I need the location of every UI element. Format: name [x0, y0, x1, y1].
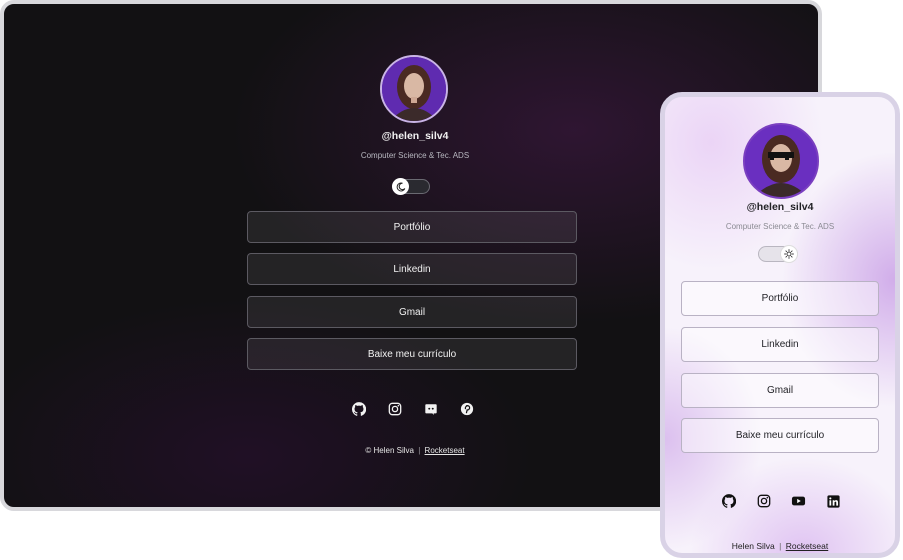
- toggle-knob: [392, 178, 409, 195]
- avatar-photo: [745, 125, 817, 197]
- avatar: [380, 55, 448, 123]
- social-links: [352, 401, 474, 417]
- footer-separator: |: [418, 446, 421, 455]
- footer-name: Helen Silva: [731, 541, 775, 551]
- instagram-icon[interactable]: [757, 494, 771, 508]
- portfolio-button[interactable]: Portfólio: [681, 281, 879, 316]
- social-links: [722, 493, 840, 509]
- instagram-icon[interactable]: [388, 402, 402, 416]
- footer-separator: |: [779, 541, 782, 551]
- mobile-preview: @helen_silv4 Computer Science & Tec. ADS…: [660, 92, 900, 558]
- download-resume-button[interactable]: Baixe meu currículo: [681, 418, 879, 453]
- footer-copyright: © Helen Silva: [365, 446, 414, 455]
- footer-link-rocketseat[interactable]: Rocketseat: [786, 541, 829, 551]
- gmail-button[interactable]: Gmail: [681, 373, 879, 408]
- avatar: [743, 123, 819, 199]
- youtube-icon[interactable]: [791, 494, 806, 508]
- pinterest-icon[interactable]: [460, 402, 474, 416]
- linkedin-button[interactable]: Linkedin: [681, 327, 879, 362]
- linkedin-button[interactable]: Linkedin: [247, 253, 577, 285]
- portfolio-button[interactable]: Portfólio: [247, 211, 577, 243]
- linkedin-icon[interactable]: [827, 494, 840, 508]
- footer: Helen Silva | Rocketseat: [665, 541, 895, 551]
- avatar-photo: [382, 57, 446, 121]
- profile-subtitle: Computer Science & Tec. ADS: [725, 222, 835, 231]
- theme-toggle[interactable]: [392, 178, 430, 195]
- toggle-knob: [780, 245, 798, 263]
- github-icon[interactable]: [352, 402, 366, 416]
- theme-toggle[interactable]: [758, 245, 798, 263]
- github-icon[interactable]: [722, 494, 736, 508]
- footer-link-rocketseat[interactable]: Rocketseat: [425, 446, 465, 455]
- moon-icon: [396, 181, 405, 191]
- gmail-button[interactable]: Gmail: [247, 296, 577, 328]
- download-resume-button[interactable]: Baixe meu currículo: [247, 338, 577, 370]
- profile-handle: @helen_silv4: [746, 201, 814, 213]
- sun-icon: [784, 249, 794, 259]
- discord-icon[interactable]: [424, 402, 438, 416]
